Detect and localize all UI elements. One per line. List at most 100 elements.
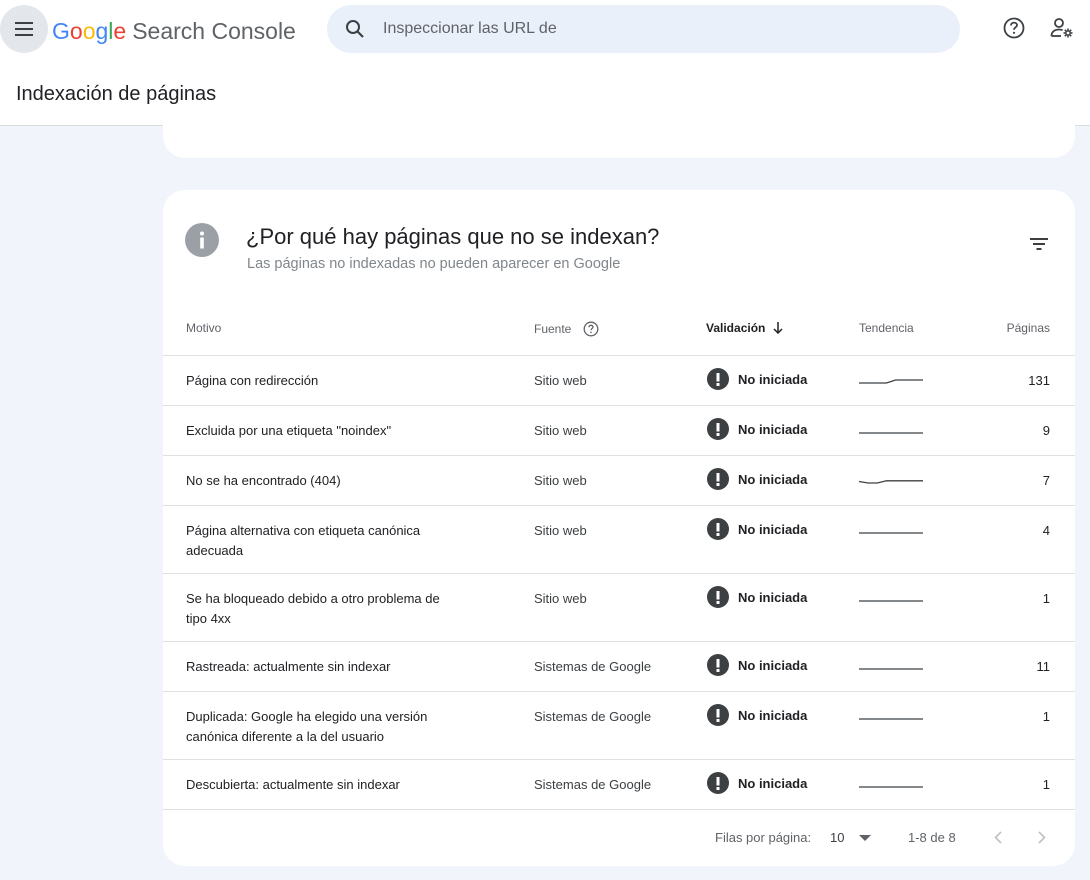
row-motivo: Excluida por una etiqueta "noindex" (186, 423, 392, 438)
trend-sparkline (859, 770, 923, 790)
search-input[interactable] (383, 20, 923, 38)
row-motivo: Duplicada: Google ha elegido una versión… (186, 709, 428, 744)
row-paginas: 1 (1042, 777, 1050, 792)
validation-status: No iniciada (738, 471, 808, 487)
manage-users-button[interactable] (1046, 12, 1078, 44)
table-row[interactable]: Excluida por una etiqueta "noindex" Sitio… (163, 406, 1075, 456)
card-header: ¿Por qué hay páginas que no se indexan? … (163, 190, 1075, 300)
alert-icon (707, 772, 729, 794)
table-pagination: Filas por página: 10 1-8 de 8 (163, 810, 1075, 866)
table-row[interactable]: Duplicada: Google ha elegido una versión… (163, 692, 1075, 760)
help-icon (1003, 17, 1025, 39)
validation-status: No iniciada (738, 421, 808, 437)
row-fuente: Sistemas de Google (534, 659, 652, 674)
row-fuente: Sistemas de Google (534, 777, 652, 792)
alert-icon (707, 654, 729, 676)
trend-sparkline (859, 416, 923, 436)
row-motivo: Página alternativa con etiqueta canónica… (186, 523, 421, 558)
filter-icon (1030, 238, 1048, 250)
row-validacion: No iniciada (707, 368, 807, 390)
row-validacion: No iniciada (707, 586, 807, 608)
rows-per-page-label: Filas por página: (715, 830, 812, 845)
row-paginas: 9 (1042, 423, 1050, 438)
row-paginas: 131 (1028, 373, 1050, 388)
help-icon[interactable] (583, 321, 599, 337)
trend-sparkline (859, 516, 923, 536)
rows-per-page-select[interactable]: 10 (830, 830, 872, 845)
column-validacion[interactable]: Validación (706, 321, 783, 335)
alert-icon (707, 368, 729, 390)
row-paginas: 1 (1042, 591, 1050, 606)
next-page-button[interactable] (1029, 824, 1055, 850)
row-motivo: No se ha encontrado (404) (186, 473, 341, 488)
help-button[interactable] (998, 12, 1030, 44)
page-title: Indexación de páginas (16, 83, 217, 105)
google-logo: Google (52, 18, 126, 45)
row-motivo: Página con redirección (186, 373, 319, 388)
row-paginas: 7 (1042, 473, 1050, 488)
sort-descending-icon (773, 322, 783, 334)
menu-icon (15, 22, 33, 36)
main-menu-button[interactable] (0, 5, 48, 53)
row-validacion: No iniciada (707, 518, 807, 540)
row-fuente: Sitio web (534, 423, 587, 438)
table-row[interactable]: Página alternativa con etiqueta canónica… (163, 506, 1075, 574)
search-icon[interactable] (327, 5, 383, 53)
url-inspection-search[interactable] (327, 5, 960, 53)
row-fuente: Sitio web (534, 473, 587, 488)
row-fuente: Sitio web (534, 373, 587, 388)
trend-sparkline (859, 652, 923, 672)
column-fuente-label: Fuente (534, 322, 572, 336)
row-fuente: Sitio web (534, 523, 587, 538)
row-validacion: No iniciada (707, 418, 807, 440)
alert-icon (707, 704, 729, 726)
column-fuente[interactable]: Fuente (534, 321, 599, 337)
row-paginas: 1 (1042, 709, 1050, 724)
table-body: Página con redirección Sitio web No inicia… (163, 356, 1075, 810)
previous-card (163, 110, 1075, 158)
manage-users-icon (1050, 18, 1073, 38)
search-console-logo[interactable]: Google Search Console (52, 17, 296, 45)
table-row[interactable]: Se ha bloqueado debido a otro problema d… (163, 574, 1075, 642)
chevron-right-icon (1038, 830, 1046, 844)
table-row[interactable]: Página con redirección Sitio web No inicia… (163, 356, 1075, 406)
table-row[interactable]: Rastreada: actualmente sin indexar Sistem… (163, 642, 1075, 692)
row-motivo: Descubierta: actualmente sin indexar (186, 777, 400, 792)
card-title: ¿Por qué hay páginas que no se indexan? (246, 224, 660, 249)
trend-sparkline (859, 366, 923, 386)
top-app-bar: Google Search Console (0, 0, 1090, 60)
logo-letter: e (113, 17, 127, 44)
row-paginas: 4 (1042, 523, 1050, 538)
table-row[interactable]: Descubierta: actualmente sin indexar Sist… (163, 760, 1075, 810)
chevron-left-icon (994, 830, 1002, 844)
validation-status: No iniciada (738, 371, 808, 387)
row-fuente: Sitio web (534, 591, 587, 606)
product-name: Search Console (132, 17, 296, 44)
alert-icon (707, 518, 729, 540)
validation-status: No iniciada (738, 775, 808, 791)
not-indexed-reasons-card: ¿Por qué hay páginas que no se indexan? … (163, 190, 1075, 866)
table-row[interactable]: No se ha encontrado (404) Sitio web No ini… (163, 456, 1075, 506)
column-tendencia: Tendencia (859, 321, 914, 335)
table-header: Motivo Fuente Validación Tendencia Págin… (163, 302, 1075, 356)
column-validacion-label: Validación (706, 321, 766, 335)
alert-icon (707, 418, 729, 440)
card-subtitle: Las páginas no indexadas no pueden apare… (247, 256, 621, 272)
row-validacion: No iniciada (707, 468, 807, 490)
alert-icon (707, 586, 729, 608)
row-validacion: No iniciada (707, 704, 807, 726)
trend-sparkline (859, 702, 923, 722)
validation-status: No iniciada (738, 707, 808, 723)
filter-button[interactable] (1025, 230, 1053, 258)
row-fuente: Sistemas de Google (534, 709, 652, 724)
logo-letter: g (95, 17, 109, 44)
column-motivo[interactable]: Motivo (186, 321, 221, 335)
trend-sparkline (858, 466, 923, 486)
trend-sparkline (859, 584, 923, 604)
row-motivo: Rastreada: actualmente sin indexar (186, 659, 391, 674)
validation-status: No iniciada (738, 589, 808, 605)
column-paginas[interactable]: Páginas (1007, 321, 1050, 335)
row-paginas: 11 (1036, 659, 1051, 674)
row-validacion: No iniciada (707, 772, 807, 794)
previous-page-button[interactable] (985, 824, 1011, 850)
